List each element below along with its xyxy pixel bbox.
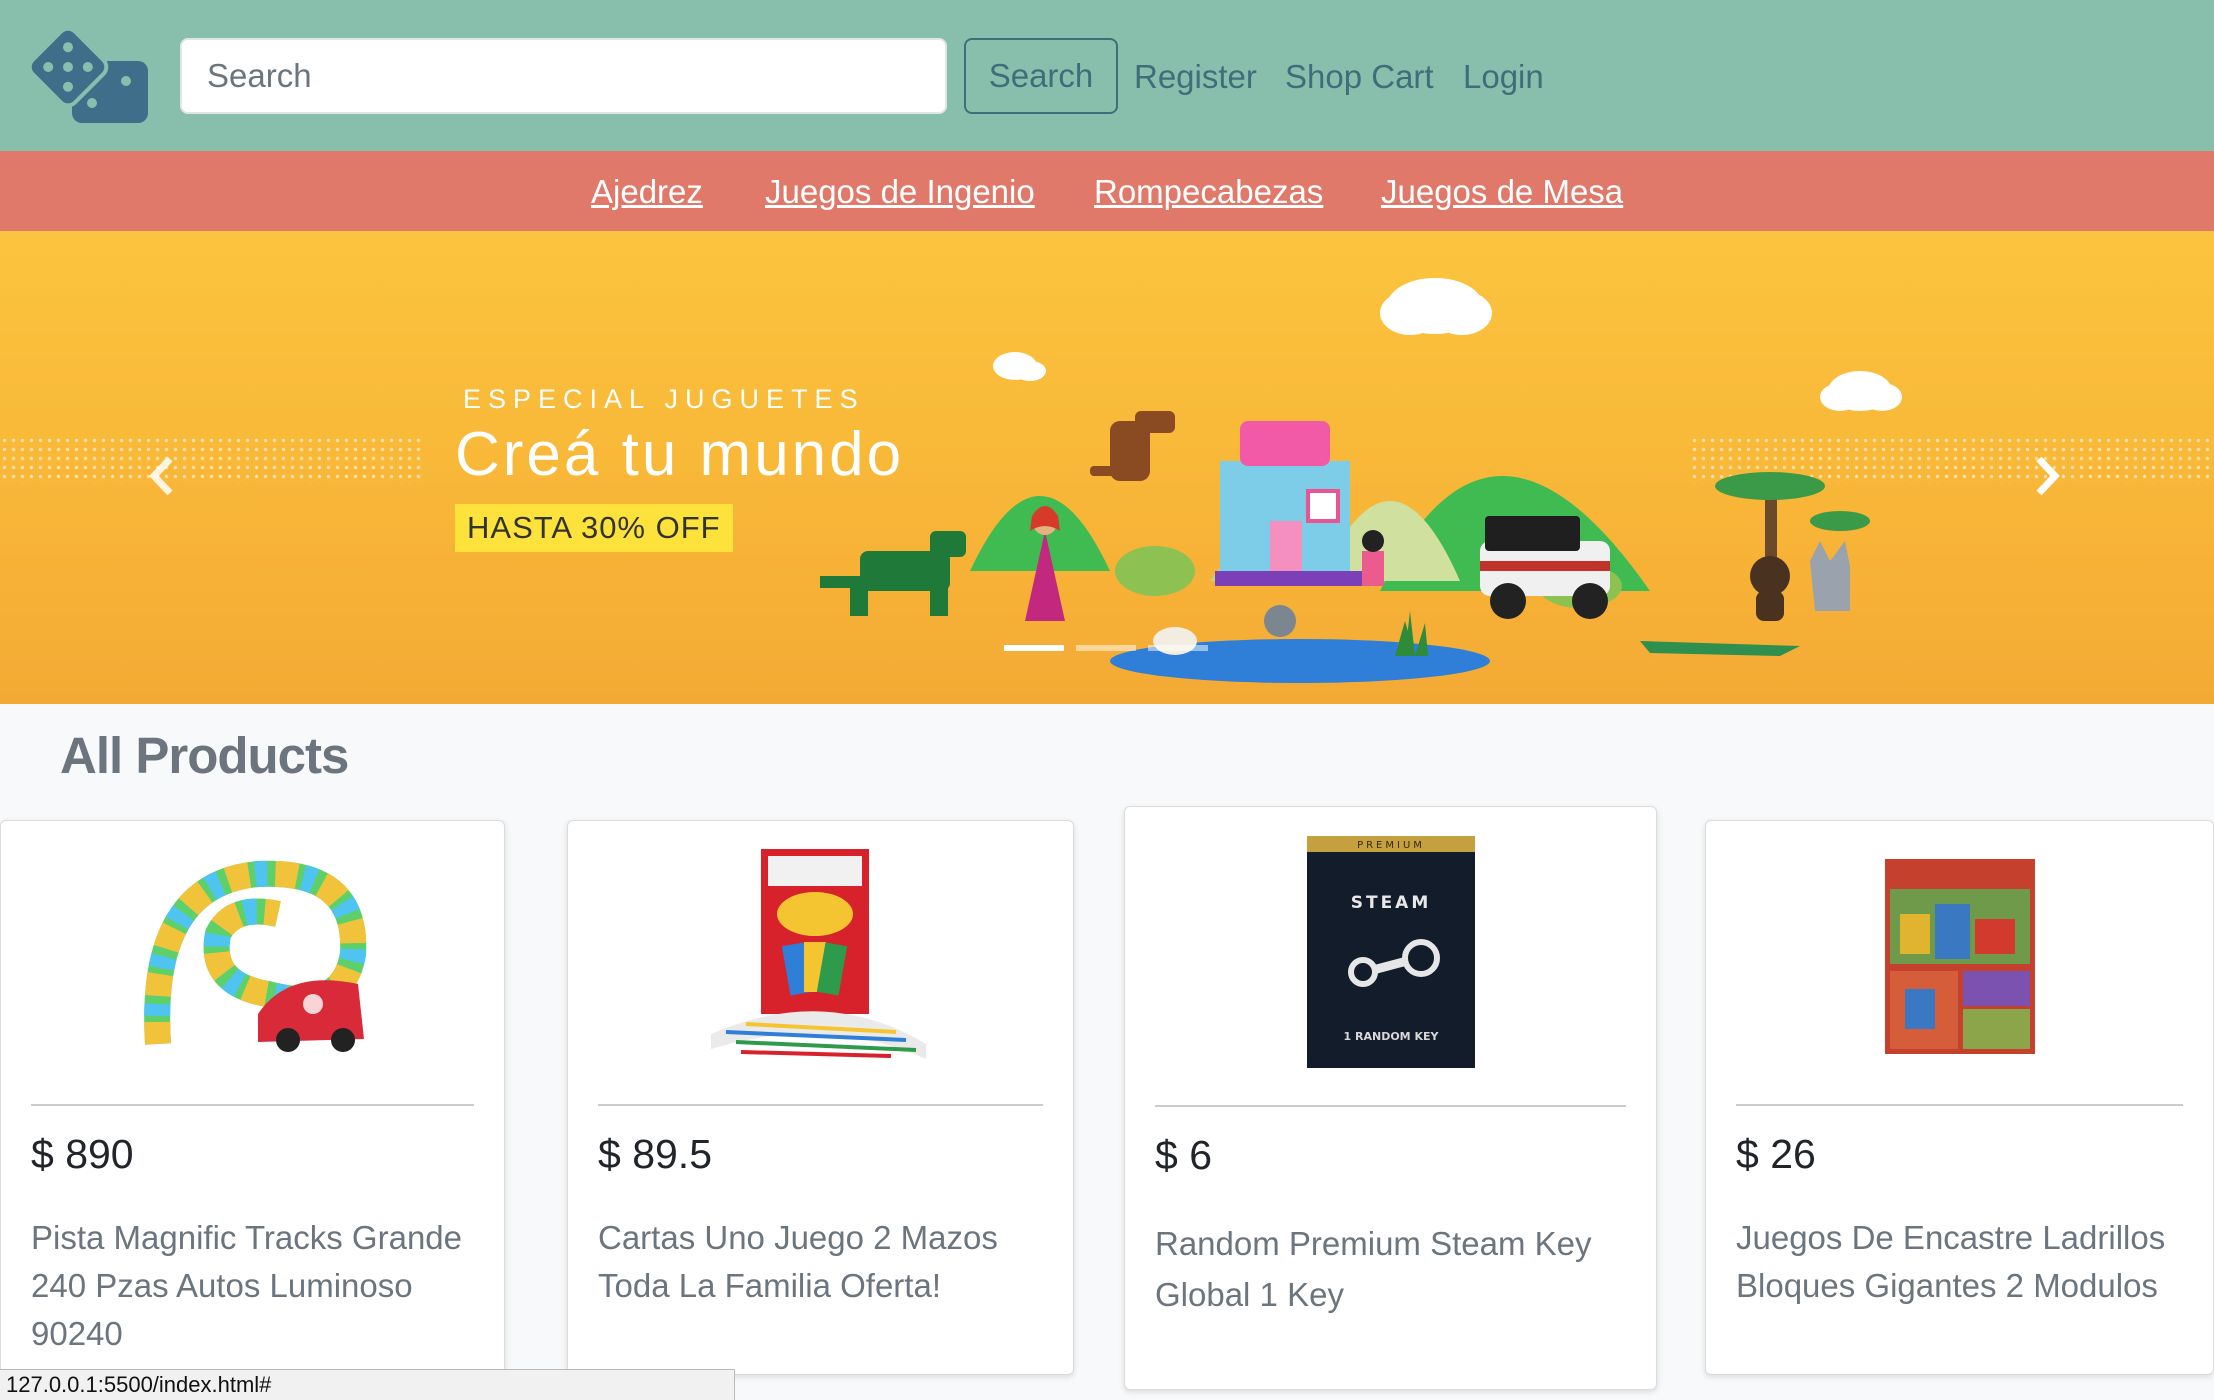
product-card[interactable]: $ 89.5 Cartas Uno Juego 2 Mazos Toda La … xyxy=(567,820,1074,1375)
divider xyxy=(1736,1104,2183,1106)
toys-scene-illustration xyxy=(820,278,1902,683)
top-navbar: Search Register Shop Cart Login xyxy=(0,0,2214,151)
shop-cart-link[interactable]: Shop Cart xyxy=(1285,57,1434,97)
banner-kicker: ESPECIAL JUGUETES xyxy=(463,384,865,414)
dice-icon[interactable] xyxy=(26,25,150,125)
product-image[interactable] xyxy=(1,821,504,1091)
product-price: $ 26 xyxy=(1736,1131,1816,1177)
chevron-left-icon xyxy=(149,456,173,496)
svg-text:STEAM: STEAM xyxy=(1350,893,1431,913)
uno-cards-image xyxy=(705,843,936,1069)
product-name[interactable]: Cartas Uno Juego 2 Mazos Toda La Familia… xyxy=(598,1214,1053,1310)
product-price: $ 890 xyxy=(31,1131,134,1177)
svg-text:1 RANDOM KEY: 1 RANDOM KEY xyxy=(1343,1030,1439,1043)
product-name[interactable]: Pista Magnific Tracks Grande 240 Pzas Au… xyxy=(31,1214,484,1358)
glow-track-toy-image xyxy=(137,843,368,1069)
section-title: All Products xyxy=(60,727,349,784)
divider xyxy=(1155,1105,1626,1107)
carousel-indicator-2[interactable] xyxy=(1076,645,1136,651)
category-ajedrez[interactable]: Ajedrez xyxy=(591,172,703,212)
search-button[interactable]: Search xyxy=(964,38,1118,114)
promo-carousel: ESPECIAL JUGUETES Creá tu mundo HASTA 30… xyxy=(0,231,2214,704)
product-card[interactable]: $ 890 Pista Magnific Tracks Grande 240 P… xyxy=(0,820,505,1375)
product-image[interactable]: PREMIUM STEAM 1 RANDOM KEY xyxy=(1125,807,1656,1097)
product-card[interactable]: PREMIUM STEAM 1 RANDOM KEY $ 6 Random Pr… xyxy=(1124,806,1657,1390)
giant-blocks-box-image xyxy=(1884,858,2035,1054)
product-card[interactable]: $ 26 Juegos De Encastre Ladrillos Bloque… xyxy=(1705,820,2214,1375)
product-image[interactable] xyxy=(568,821,1073,1091)
product-image[interactable] xyxy=(1706,821,2213,1091)
status-bar-url: 127.0.0.1:5500/index.html# xyxy=(0,1369,735,1400)
divider xyxy=(31,1104,474,1106)
category-navbar: Ajedrez Juegos de Ingenio Rompecabezas J… xyxy=(0,151,2214,231)
chevron-right-icon xyxy=(2036,456,2060,496)
carousel-prev-button[interactable] xyxy=(132,441,192,511)
banner-headline: Creá tu mundo xyxy=(455,420,905,489)
category-rompecabezas[interactable]: Rompecabezas xyxy=(1094,172,1323,212)
steam-key-card-image: PREMIUM STEAM 1 RANDOM KEY xyxy=(1306,836,1475,1068)
category-juegos-de-ingenio[interactable]: Juegos de Ingenio xyxy=(765,172,1035,212)
carousel-indicator-1[interactable] xyxy=(1004,645,1064,651)
carousel-next-button[interactable] xyxy=(2017,441,2077,511)
product-name[interactable]: Random Premium Steam Key Global 1 Key xyxy=(1155,1218,1636,1320)
product-price: $ 89.5 xyxy=(598,1131,712,1177)
svg-text:PREMIUM: PREMIUM xyxy=(1357,840,1425,851)
carousel-indicator-3[interactable] xyxy=(1148,645,1208,651)
product-name[interactable]: Juegos De Encastre Ladrillos Bloques Gig… xyxy=(1736,1214,2193,1310)
product-price: $ 6 xyxy=(1155,1132,1212,1178)
category-juegos-de-mesa[interactable]: Juegos de Mesa xyxy=(1381,172,1623,212)
dotted-decoration-left xyxy=(0,436,425,484)
register-link[interactable]: Register xyxy=(1134,57,1257,97)
search-input[interactable] xyxy=(180,38,947,114)
divider xyxy=(598,1104,1043,1106)
banner-offer-badge: HASTA 30% OFF xyxy=(455,504,733,552)
login-link[interactable]: Login xyxy=(1463,57,1544,97)
